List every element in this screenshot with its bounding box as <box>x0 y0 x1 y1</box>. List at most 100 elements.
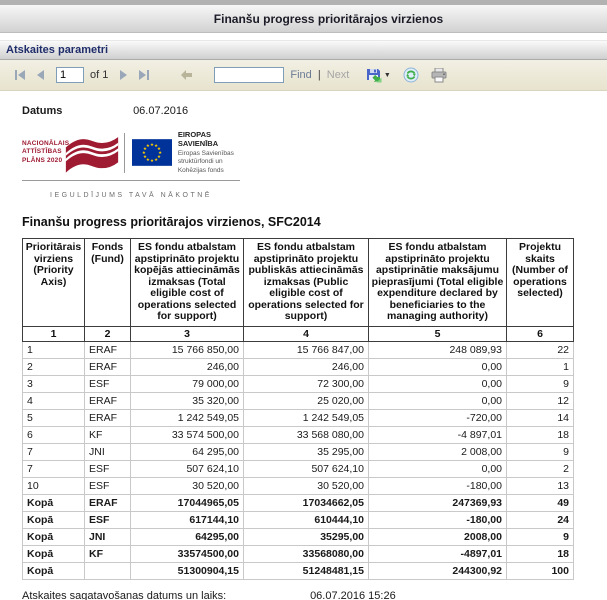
export-button[interactable]: ▼ <box>363 65 393 85</box>
eu-logo-text: EIROPAS SAVIENĪBA Eiropas Savienības str… <box>178 130 240 175</box>
table-cell: -4 897,01 <box>369 426 507 443</box>
table-cell: 1 242 549,05 <box>131 409 244 426</box>
table-cell: Kopā <box>23 494 85 511</box>
table-cell: ESF <box>85 375 131 392</box>
table-cell: ERAF <box>85 358 131 375</box>
table-cell: 9 <box>507 375 574 392</box>
table-cell: 246,00 <box>244 358 369 375</box>
table-row: 6KF33 574 500,0033 568 080,00-4 897,0118 <box>23 426 574 443</box>
table-cell: 13 <box>507 477 574 494</box>
table-cell: 51300904,15 <box>131 562 244 579</box>
table-row: 2ERAF246,00246,000,001 <box>23 358 574 375</box>
latvian-flag-icon <box>64 132 120 174</box>
first-page-button[interactable] <box>10 65 30 85</box>
table-cell: 49 <box>507 494 574 511</box>
previous-page-button[interactable] <box>30 65 50 85</box>
spacer <box>0 33 607 40</box>
previous-page-icon <box>36 70 44 80</box>
nap2020-logo-text: NACIONĀLAIS ATTĪSTĪBAS PLĀNS 2020 <box>22 140 64 166</box>
table-cell: ERAF <box>85 392 131 409</box>
table-cell: ERAF <box>85 494 131 511</box>
table-row: 1ERAF15 766 850,0015 766 847,00248 089,9… <box>23 341 574 358</box>
table-cell: 14 <box>507 409 574 426</box>
next-page-button[interactable] <box>114 65 134 85</box>
table-row: KopāKF33574500,0033568080,00-4897,0118 <box>23 545 574 562</box>
window-title: Finanšu progress prioritārajos virzienos <box>214 12 443 26</box>
column-number: 5 <box>369 326 507 341</box>
prepared-datetime-value: 06.07.2016 15:26 <box>310 590 396 600</box>
refresh-button[interactable] <box>401 65 421 85</box>
table-cell: 248 089,93 <box>369 341 507 358</box>
table-row: 4ERAF35 320,0025 020,000,0012 <box>23 392 574 409</box>
table-cell: 100 <box>507 562 574 579</box>
table-row: KopāERAF17044965,0517034662,05247369,934… <box>23 494 574 511</box>
eu-title: EIROPAS SAVIENĪBA <box>178 130 240 148</box>
table-header-row: Prioritārais virziens (Priority Axis) Fo… <box>23 239 574 327</box>
svg-text:★: ★ <box>150 158 154 164</box>
table-cell: 5 <box>23 409 85 426</box>
table-cell: 33 574 500,00 <box>131 426 244 443</box>
table-cell: 35295,00 <box>244 528 369 545</box>
find-next-controls: Find | Next <box>290 69 349 81</box>
table-cell: 247369,93 <box>369 494 507 511</box>
table-cell: 9 <box>507 443 574 460</box>
find-next-link[interactable]: Next <box>327 69 350 81</box>
table-cell: 617144,10 <box>131 511 244 528</box>
table-cell: JNI <box>85 528 131 545</box>
report-header-bar: Finanšu progress prioritārajos virzienos <box>0 5 607 33</box>
table-cell: 15 766 850,00 <box>131 341 244 358</box>
table-cell: Kopā <box>23 528 85 545</box>
table-cell: 507 624,10 <box>131 460 244 477</box>
table-row: 10ESF30 520,0030 520,00-180,0013 <box>23 477 574 494</box>
svg-text:★: ★ <box>154 157 158 163</box>
table-row: Kopā51300904,1551248481,15244300,92100 <box>23 562 574 579</box>
table-row: KopāESF617144,10610444,10-180,0024 <box>23 511 574 528</box>
column-header: ES fondu atbalstam apstiprināto projektu… <box>244 239 369 327</box>
datums-value: 06.07.2016 <box>133 105 188 117</box>
last-page-icon <box>138 70 150 80</box>
find-link[interactable]: Find <box>290 69 311 81</box>
datums-label: Datums <box>22 105 130 117</box>
table-cell: 0,00 <box>369 358 507 375</box>
table-cell: 18 <box>507 545 574 562</box>
back-to-parent-button[interactable] <box>176 65 196 85</box>
column-header: Projektu skaits (Number of operations se… <box>507 239 574 327</box>
search-input[interactable] <box>214 67 284 83</box>
table-cell: 17034662,05 <box>244 494 369 511</box>
table-cell: 1 <box>507 358 574 375</box>
table-cell: 0,00 <box>369 375 507 392</box>
table-row: 3ESF79 000,0072 300,000,009 <box>23 375 574 392</box>
table-cell: 246,00 <box>131 358 244 375</box>
table-cell: -180,00 <box>369 477 507 494</box>
table-row: 5ERAF1 242 549,051 242 549,05-720,0014 <box>23 409 574 426</box>
report-parameters-bar[interactable]: Atskaites parametri <box>0 40 607 60</box>
report-footer: Atskaites sagatavošanas datums un laiks:… <box>22 590 607 600</box>
find-next-separator: | <box>318 69 321 81</box>
table-cell: 17044965,05 <box>131 494 244 511</box>
table-cell: 1 242 549,05 <box>244 409 369 426</box>
table-cell: 10 <box>23 477 85 494</box>
table-cell: 7 <box>23 443 85 460</box>
report-body: Datums 06.07.2016 NACIONĀLAIS ATTĪSTĪBAS… <box>0 105 607 600</box>
table-cell: KF <box>85 545 131 562</box>
table-cell: 35 295,00 <box>244 443 369 460</box>
table-cell: ESF <box>85 477 131 494</box>
table-cell: 35 320,00 <box>131 392 244 409</box>
refresh-icon <box>403 67 419 83</box>
table-cell: 15 766 847,00 <box>244 341 369 358</box>
logo-divider <box>124 133 125 173</box>
table-cell: 3 <box>23 375 85 392</box>
table-row: 7JNI64 295,0035 295,002 008,009 <box>23 443 574 460</box>
print-button[interactable] <box>429 65 449 85</box>
next-page-icon <box>120 70 128 80</box>
logo-block: NACIONĀLAIS ATTĪSTĪBAS PLĀNS 2020 ★★ ★★ <box>22 130 240 202</box>
last-page-button[interactable] <box>134 65 154 85</box>
column-number: 3 <box>131 326 244 341</box>
table-cell: ERAF <box>85 341 131 358</box>
table-cell: 4 <box>23 392 85 409</box>
table-cell: 64 295,00 <box>131 443 244 460</box>
table-cell: KF <box>85 426 131 443</box>
table-cell: 2 <box>23 358 85 375</box>
table-cell: ESF <box>85 511 131 528</box>
current-page-input[interactable] <box>56 67 84 83</box>
